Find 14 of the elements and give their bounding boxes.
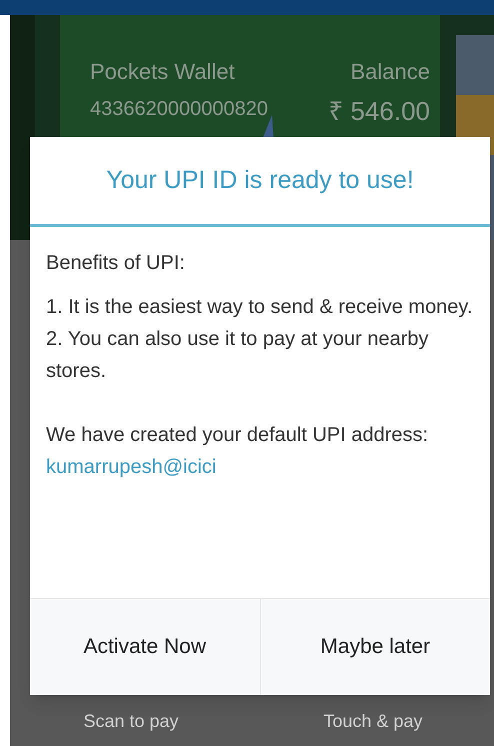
action-label[interactable]: Scan to pay xyxy=(83,708,179,735)
dialog-button[interactable]: Maybe later xyxy=(260,599,490,695)
upi-id: kumarrupesh@icici xyxy=(46,455,218,480)
dialog-title: Your UPI ID is ready to use! xyxy=(106,164,414,196)
benefit-text: 1. It is the easiest way to send & receive money. xyxy=(46,295,474,320)
balance-label: Balance xyxy=(350,58,430,86)
action-label[interactable]: Touch & pay xyxy=(323,708,423,735)
note-text: We have created your default UPI address: xyxy=(46,423,430,448)
card-number: 4336620000000820 xyxy=(90,97,268,122)
benefits-heading: Benefits of UPI: xyxy=(46,251,186,276)
balance-amount: ₹ 546.00 xyxy=(328,95,430,128)
dialog-button[interactable]: Activate Now xyxy=(30,599,260,695)
benefit-text: 2. You can also use it to pay at your nearby stores. xyxy=(46,327,430,384)
wallet-name: Pockets Wallet xyxy=(90,58,236,86)
